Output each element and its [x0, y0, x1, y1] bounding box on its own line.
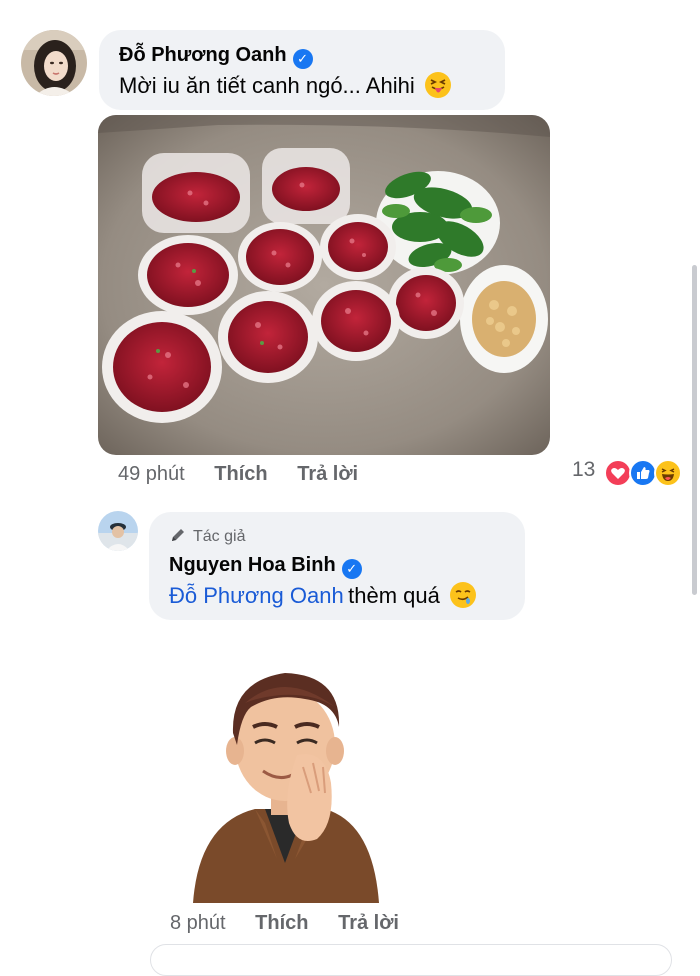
pencil-icon [169, 526, 187, 549]
reply-button[interactable]: Trả lời [338, 912, 399, 934]
avatar[interactable] [21, 30, 87, 96]
love-reaction-icon [604, 459, 632, 487]
comment-time[interactable]: 49 phút [118, 463, 185, 485]
reaction-count: 13 [572, 458, 596, 481]
reply-input-box[interactable] [150, 944, 672, 976]
like-reaction-icon [629, 459, 657, 487]
author-badge: Tác giả [193, 528, 246, 545]
comment-time[interactable]: 8 phút [170, 912, 226, 934]
comment-bubble: Đỗ Phương Oanh ✓ Mời iu ăn tiết canh ngó.… [99, 30, 505, 110]
avatar-sticker[interactable] [185, 663, 385, 903]
mention-link[interactable]: Đỗ Phương Oanh [169, 583, 344, 608]
comment-text: Mời iu ăn tiết canh ngó... Ahihi [119, 73, 415, 98]
cropped-text-fragment [92, 0, 106, 2]
haha-reaction-icon [654, 459, 682, 487]
drooling-face-emoji [450, 582, 477, 608]
verified-icon: ✓ [341, 559, 362, 579]
comment-author[interactable]: Đỗ Phương Oanh [119, 44, 287, 66]
reaction-summary[interactable]: 13 [572, 458, 682, 488]
like-button[interactable]: Thích [214, 463, 267, 485]
scrollbar[interactable] [692, 265, 697, 595]
squinting-tongue-emoji [425, 72, 452, 98]
like-button[interactable]: Thích [255, 912, 308, 934]
comment-text: thèm quá [348, 583, 440, 608]
avatar[interactable] [98, 511, 138, 551]
reply-bubble: Tác giả Nguyen Hoa Binh ✓ Đỗ Phương Oanh … [149, 512, 525, 620]
food-photo[interactable] [98, 115, 550, 455]
comment-meta: 49 phút Thích Trả lời [118, 463, 358, 486]
reply-button[interactable]: Trả lời [297, 463, 358, 485]
reply-meta: 8 phút Thích Trả lời [170, 912, 399, 935]
comment-author[interactable]: Nguyen Hoa Binh [169, 554, 336, 576]
verified-icon: ✓ [292, 49, 313, 69]
